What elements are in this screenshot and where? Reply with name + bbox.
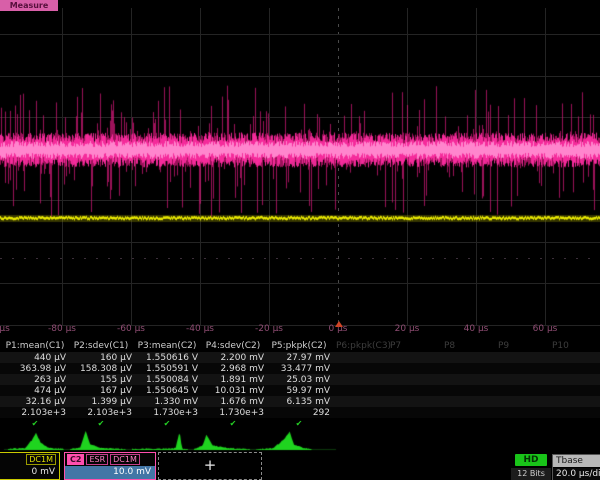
c1-coupling-chip: DC1M	[26, 454, 56, 465]
parameter-value: 440 µV	[2, 353, 66, 363]
time-tick-label: 40 µs	[464, 324, 489, 334]
parameter-value: 1.676 mV	[200, 397, 264, 407]
status-check-icon: ✔	[266, 419, 332, 428]
parameter-value: 1.550645 V	[134, 386, 198, 396]
parameter-value: 292	[266, 408, 330, 418]
status-check-icon: ✔	[68, 419, 134, 428]
parameter-value: 363.98 µV	[2, 364, 66, 374]
c2-label-chip: C2	[67, 454, 84, 465]
parameter-value: 32.16 µV	[2, 397, 66, 407]
parameter-value: 1.730e+3	[134, 408, 198, 418]
parameter-value: 2.103e+3	[68, 408, 132, 418]
status-check-icon: ✔	[200, 419, 266, 428]
parameter-value: 1.550616 V	[134, 353, 198, 363]
parameter-value: 2.968 mV	[200, 364, 264, 374]
parameter-column-1[interactable]: P1:mean(C1) 440 µV363.98 µV263 µV474 µV32…	[2, 340, 68, 428]
parameter-value: 263 µV	[2, 375, 66, 385]
parameter-header: P5:pkpk(C2)	[266, 341, 332, 351]
timebase-descriptor[interactable]: Tbase 20.0 µs/div	[552, 454, 600, 480]
parameter-value: 6.135 mV	[266, 397, 330, 407]
parameter-header: P3:mean(C2)	[134, 341, 200, 351]
time-axis: -100 µs-80 µs-60 µs-40 µs-20 µs0 µs20 µs…	[0, 324, 600, 339]
parameter-value: 155 µV	[68, 375, 132, 385]
descriptor-bar: DC1M 0 mV C2 ESR DC1M 10.0 mV + HD 12 Bi…	[0, 452, 600, 480]
parameter-value: 27.97 mV	[266, 353, 330, 363]
parameter-value: 2.200 mV	[200, 353, 264, 363]
time-tick-label: -40 µs	[186, 324, 214, 334]
time-tick-label: -60 µs	[117, 324, 145, 334]
parameter-value: 474 µV	[2, 386, 66, 396]
c1-chip-row: DC1M	[0, 453, 59, 465]
parameter-value: 1.550084 V	[134, 375, 198, 385]
parameter-value: 10.031 mV	[200, 386, 264, 396]
time-tick-label: 60 µs	[533, 324, 558, 334]
trigger-position-marker[interactable]	[335, 321, 343, 327]
c2-scale: 10.0 mV	[65, 466, 155, 479]
hd-mode-badge[interactable]: HD	[515, 454, 547, 466]
timebase-value: 20.0 µs/div	[553, 468, 600, 480]
parameter-value: 158.308 µV	[68, 364, 132, 374]
parameter-value: 2.103e+3	[2, 408, 66, 418]
parameter-value: 1.550591 V	[134, 364, 198, 374]
time-tick-label: -80 µs	[48, 324, 76, 334]
parameter-value: 167 µV	[68, 386, 132, 396]
parameter-value: 1.399 µV	[68, 397, 132, 407]
status-check-icon: ✔	[2, 419, 68, 428]
inactive-parameter-header[interactable]: P6:pkpk(C3)	[336, 341, 391, 351]
time-tick-label: 20 µs	[395, 324, 420, 334]
timebase-title: Tbase	[553, 455, 600, 467]
c2-coupling-chip: DC1M	[110, 454, 140, 465]
parameter-value: 160 µV	[68, 353, 132, 363]
c1-descriptor[interactable]: DC1M 0 mV	[0, 452, 60, 480]
c2-chip-row: C2 ESR DC1M	[65, 453, 155, 465]
inactive-parameter-header[interactable]: P10	[552, 341, 569, 351]
parameter-value: 33.477 mV	[266, 364, 330, 374]
measure-tab-badge[interactable]: Measure	[0, 0, 58, 11]
parameter-value: 1.730e+3	[200, 408, 264, 418]
c2-esr-chip: ESR	[86, 454, 108, 465]
status-check-icon: ✔	[134, 419, 200, 428]
parameter-value: 25.03 mV	[266, 375, 330, 385]
c2-descriptor[interactable]: C2 ESR DC1M 10.0 mV	[64, 452, 156, 480]
parameter-column-5[interactable]: P5:pkpk(C2) 27.97 mV33.477 mV25.03 mV59.9…	[266, 340, 332, 428]
inactive-parameter-header[interactable]: P9	[498, 341, 509, 351]
add-trace-button[interactable]: +	[158, 452, 262, 480]
hd-bits-label: 12 Bits	[511, 468, 551, 480]
parameter-histicons	[0, 428, 360, 452]
parameter-column-3[interactable]: P3:mean(C2) 1.550616 V1.550591 V1.550084 …	[134, 340, 200, 428]
parameter-header: P4:sdev(C2)	[200, 341, 266, 351]
parameter-header: P2:sdev(C1)	[68, 341, 134, 351]
time-tick-label: -20 µs	[255, 324, 283, 334]
inactive-parameter-header[interactable]: P7	[390, 341, 401, 351]
parameter-header: P1:mean(C1)	[2, 341, 68, 351]
oscilloscope-screen: -100 µs-80 µs-60 µs-40 µs-20 µs0 µs20 µs…	[0, 0, 600, 480]
parameter-value: 1.891 mV	[200, 375, 264, 385]
parameter-value: 59.97 mV	[266, 386, 330, 396]
measurement-table: P1:mean(C1) 440 µV363.98 µV263 µV474 µV32…	[0, 340, 600, 428]
parameter-column-2[interactable]: P2:sdev(C1) 160 µV158.308 µV155 µV167 µV1…	[68, 340, 134, 428]
time-tick-label: -100 µs	[0, 324, 10, 334]
c1-scale: 0 mV	[0, 466, 59, 479]
parameter-value: 1.330 mV	[134, 397, 198, 407]
waveform-canvas	[0, 0, 600, 340]
inactive-parameter-header[interactable]: P8	[444, 341, 455, 351]
parameter-column-4[interactable]: P4:sdev(C2) 2.200 mV2.968 mV1.891 mV10.03…	[200, 340, 266, 428]
